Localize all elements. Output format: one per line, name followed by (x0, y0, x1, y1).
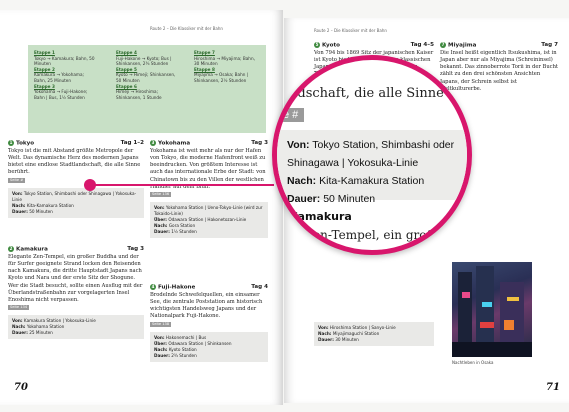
section-yokohama: 3 Yokohama Tag 3 Yokohama ist weit mehr al… (150, 140, 268, 239)
left-page: Route 2 – Die Klassiker mit der Bahn Eta… (0, 10, 283, 405)
day-tag: Tag 4 (251, 284, 268, 290)
stage-desc: Kyoto → Himeji; Shinkansen, 50 Minuten (116, 72, 176, 83)
page-number-left: 70 (14, 382, 28, 393)
stop-number-badge: 2 (8, 246, 14, 252)
stage-desc: Miyajima → Osaka; Bahn | Shinkansen, 2½ … (194, 72, 249, 83)
section-heading: 3 Yokohama Tag 3 (150, 140, 268, 148)
osaka-night-photo (452, 262, 532, 357)
book-spread: Route 2 – Die Klassiker mit der Bahn Eta… (0, 0, 569, 412)
section-title: Kyoto (322, 42, 340, 49)
info-from: Tokyo Station, Shimbashi oder Shinagawa … (12, 190, 137, 202)
page-header-right: Route 2 – Die Klassiker mit der Bahn (314, 28, 387, 33)
info-to: Miyajimaguchi Station (332, 331, 380, 336)
magnifier-connector-line (91, 184, 274, 186)
magnifier-anchor-dot (84, 179, 96, 191)
magnified-page-tag: e # (277, 108, 305, 122)
route-column-3: Etappe 7 Hiroshima → Miyajima; Bahn, 30 M… (194, 50, 256, 84)
page-reference-tag: Seite 136 (150, 191, 172, 197)
section-heading: 2 Kamakura Tag 3 (8, 246, 144, 254)
magnified-duration-value: 50 Minuten (323, 193, 376, 205)
info-duration: 50 Minuten (29, 208, 53, 214)
info-to: Yokohama Station (26, 324, 65, 330)
travel-info-box: Von: Tokyo Station, Shimbashi oder Shina… (8, 187, 144, 218)
info-to: Gora Station (168, 223, 196, 229)
day-tag: Tag 1–2 (120, 140, 144, 146)
stop-number-badge: 1 (8, 140, 14, 146)
page-header-left: Route 2 – Die Klassiker mit der Bahn (150, 26, 223, 31)
magnified-to-label: Nach: (287, 175, 317, 187)
stop-number-badge: 7 (440, 42, 446, 48)
info-from: Hakonemachi | Bus (165, 334, 207, 340)
travel-info-box: Von: Hakonemachi | Bus Über: Odawara Sta… (150, 331, 268, 362)
section-heading: 7 Miyajima Tag 7 (440, 42, 558, 50)
magnified-info-text: Von: Tokyo Station, Shimbashi oder Shina… (287, 136, 463, 208)
section-kamakura: 2 Kamakura Tag 3 Elegante Zen-Tempel, ein … (8, 246, 144, 340)
stage-desc: Yokohama → Fuji-Hakone; Bahn | Bus, 1½ S… (34, 89, 88, 100)
magnifier-lens: ndschaft, die alle Sinne e # Von: Tokyo … (272, 55, 472, 255)
section-title: Miyajima (448, 42, 477, 49)
magnified-from-label: Von: (287, 139, 310, 151)
travel-info-box: Von: Yokohama Station | Ueno-Tokyo-Linie… (150, 202, 268, 239)
magnified-content: ndschaft, die alle Sinne e # Von: Tokyo … (277, 60, 467, 250)
section-title: Fuji-Hakone (158, 284, 196, 291)
info-to: Kyoto Station (168, 346, 197, 352)
page-reference-tag: Seite # (8, 177, 26, 183)
magnified-kamakura-text: te Zen-Tempel, ein groß (289, 228, 435, 242)
stage-desc: Fuji-Hakone → Kyoto; Bus | Shinkansen, 2… (116, 55, 172, 67)
stage-desc: Hiroshima → Miyajima; Bahn, 30 Minuten (194, 55, 255, 67)
section-title: Kamakura (16, 246, 48, 253)
magnified-heading-fragment: ndschaft, die alle Sinne (289, 86, 444, 101)
page-number-right: 71 (546, 382, 560, 393)
info-from: Yokohama Station | Ueno-Tokyo-Linie (wir… (154, 205, 263, 217)
info-from: Hiroshima Station | Sanyo-Linie (329, 325, 396, 330)
section-heading: 1 Tokyo Tag 1–2 (8, 140, 144, 148)
info-via: Odawara Station | Shinkansen (168, 340, 232, 346)
day-tag: Tag 3 (251, 140, 268, 146)
day-tag: Tag 4–5 (410, 42, 434, 48)
travel-info-box: Von: Hiroshima Station | Sanyo-Linie Nac… (314, 322, 434, 346)
info-via: Odawara Station | Hakonetozan-Linie (168, 217, 247, 223)
section-heading: 5 Kyoto Tag 4–5 (314, 42, 434, 50)
stop-number-badge: 3 (150, 140, 156, 146)
stop-number-badge: 4 (150, 284, 156, 290)
info-duration: 1½ Stunden (171, 229, 197, 235)
info-duration: 25 Minuten (29, 330, 53, 336)
section-text: Tokyo ist die mit Abstand größte Metropo… (8, 147, 141, 176)
info-duration: 30 Minuten (335, 337, 359, 342)
page-reference-tag: Seite 134 (8, 305, 30, 311)
section-fuji-hakone: 4 Fuji-Hakone Tag 4 Brodelnde Schwefelquel… (150, 284, 268, 362)
section-right-info: Von: Hiroshima Station | Sanyo-Linie Nac… (314, 318, 434, 346)
stage-desc: Tokyo → Kamakura; Bahn, 50 Minuten (34, 55, 95, 67)
page-reference-tag: Seite 138 (150, 321, 172, 327)
magnified-duration-label: Dauer: (287, 193, 321, 205)
route-column-1: Etappe 1 Tokyo → Kamakura; Bahn, 50 Minut… (34, 50, 96, 100)
section-tokyo: 1 Tokyo Tag 1–2 Tokyo ist die mit Abstand … (8, 140, 144, 218)
magnified-from-value: Tokyo Station, Shimbashi oder Shinagawa … (287, 139, 455, 169)
section-title: Tokyo (16, 140, 35, 147)
stop-number-badge: 5 (314, 42, 320, 48)
section-heading: 4 Fuji-Hakone Tag 4 (150, 284, 268, 292)
travel-info-box: Von: Kamakura Station | Yokosuka-Linie N… (8, 315, 144, 340)
section-text: Elegante Zen-Tempel, ein großer Buddha u… (8, 253, 143, 303)
info-from: Kamakura Station | Yokosuka-Linie (23, 318, 96, 324)
info-to: Kita-Kamakura Station (26, 202, 74, 208)
stage-desc: Himeji → Hiroshima; Shinkansen, 1 Stunde (116, 89, 162, 100)
magnified-to-value: Kita-Kamakura Station (319, 175, 425, 187)
route-overview-box: Etappe 1 Tokyo → Kamakura; Bahn, 50 Minut… (28, 45, 266, 133)
photo-caption: Nachtleben in Osaka (452, 360, 494, 365)
route-column-2: Etappe 4 Fuji-Hakone → Kyoto; Bus | Shink… (116, 50, 178, 100)
day-tag: Tag 3 (127, 246, 144, 252)
section-title: Yokohama (158, 140, 191, 147)
day-tag: Tag 7 (541, 42, 558, 48)
section-text: Brodelnde Schwefelquellen, ein einsamer … (150, 291, 263, 320)
stage-desc: Kamakura → Yokohama; Bahn, 25 Minuten (34, 72, 84, 83)
magnified-kamakura-heading: Kamakura (289, 210, 352, 223)
info-duration: 2¾ Stunden (171, 352, 197, 358)
